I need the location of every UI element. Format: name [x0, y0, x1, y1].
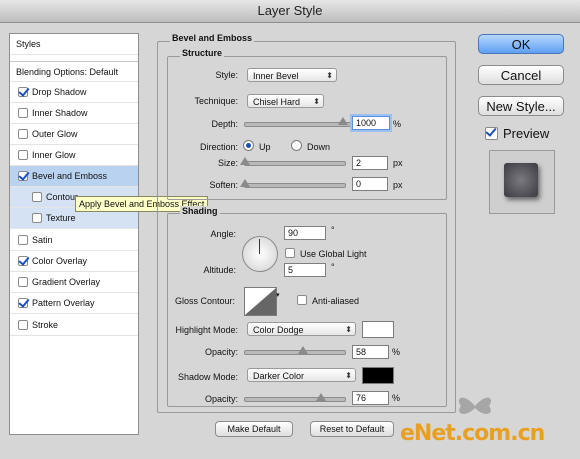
depth-slider-thumb[interactable] — [338, 117, 348, 125]
preview-checkbox[interactable] — [485, 127, 498, 140]
direction-down-label: Down — [307, 142, 331, 152]
style-select[interactable]: Inner Bevel — [247, 68, 337, 83]
global-light-checkbox[interactable] — [285, 248, 295, 258]
highlight-opacity-slider[interactable] — [244, 350, 346, 355]
style-item-stroke[interactable]: Stroke — [10, 315, 138, 336]
size-unit: px — [393, 158, 403, 168]
checkbox[interactable] — [18, 320, 28, 330]
altitude-unit: ° — [331, 262, 335, 272]
butterfly-logo-icon — [455, 392, 495, 422]
checkbox[interactable] — [18, 150, 28, 160]
style-item-gradient-overlay[interactable]: Gradient Overlay — [10, 272, 138, 293]
style-item-outer-glow[interactable]: Outer Glow — [10, 124, 138, 145]
checkbox[interactable] — [32, 192, 42, 202]
checkbox[interactable] — [18, 171, 28, 181]
highlight-mode-select[interactable]: Color Dodge — [247, 322, 356, 337]
watermark-text: eNet.com.cn — [400, 421, 545, 446]
direction-down-radio[interactable] — [291, 140, 302, 151]
soften-label: Soften: — [209, 180, 238, 190]
new-style-button[interactable]: New Style... — [478, 96, 564, 116]
angle-dial-needle — [259, 239, 260, 254]
highlight-opacity-unit: % — [392, 347, 401, 357]
gloss-contour-label: Gloss Contour: — [175, 296, 236, 306]
contour-curve-icon — [245, 288, 276, 315]
checkbox[interactable] — [18, 108, 28, 118]
altitude-input[interactable]: 5 — [284, 263, 326, 277]
soften-input[interactable]: 0 — [352, 177, 388, 191]
size-input[interactable]: 2 — [352, 156, 388, 170]
highlight-mode-label: Highlight Mode: — [175, 325, 238, 335]
chevron-down-icon[interactable]: ▾ — [276, 291, 280, 299]
technique-select[interactable]: Chisel Hard — [247, 94, 324, 109]
checkbox[interactable] — [18, 235, 28, 245]
depth-label: Depth: — [211, 119, 238, 129]
size-slider-thumb[interactable] — [240, 157, 250, 165]
soften-slider-thumb[interactable] — [240, 179, 250, 187]
style-item-bevel-emboss[interactable]: Bevel and Emboss — [10, 166, 138, 187]
window-title: Layer Style — [0, 0, 580, 23]
depth-input[interactable]: 1000 — [352, 116, 390, 130]
anti-aliased-label: Anti-aliased — [312, 296, 360, 306]
angle-unit: ° — [331, 225, 335, 235]
highlight-opacity-input[interactable]: 58 — [352, 345, 389, 359]
style-item-color-overlay[interactable]: Color Overlay — [10, 251, 138, 272]
depth-unit: % — [393, 119, 402, 129]
technique-label: Technique: — [194, 96, 238, 106]
styles-header[interactable]: Styles — [10, 34, 138, 55]
checkbox[interactable] — [18, 298, 28, 308]
size-slider[interactable] — [244, 161, 346, 166]
shading-title: Shading — [180, 206, 220, 216]
shadow-opacity-thumb[interactable] — [316, 393, 326, 401]
altitude-label: Altitude: — [203, 265, 236, 275]
global-light-label: Use Global Light — [300, 249, 367, 259]
style-label: Style: — [215, 70, 238, 80]
style-item-inner-shadow[interactable]: Inner Shadow — [10, 103, 138, 124]
shadow-opacity-input[interactable]: 76 — [352, 391, 389, 405]
make-default-button[interactable]: Make Default — [215, 421, 293, 437]
style-item-pattern-overlay[interactable]: Pattern Overlay — [10, 293, 138, 314]
style-item-drop-shadow[interactable]: Drop Shadow — [10, 82, 138, 103]
shadow-mode-label: Shadow Mode: — [177, 372, 238, 382]
shadow-mode-select[interactable]: Darker Color — [247, 368, 356, 383]
shadow-opacity-slider[interactable] — [244, 397, 346, 402]
direction-up-radio[interactable] — [243, 140, 254, 151]
cancel-button[interactable]: Cancel — [478, 65, 564, 85]
anti-aliased-checkbox[interactable] — [297, 295, 307, 305]
direction-up-label: Up — [259, 142, 271, 152]
style-item-inner-glow[interactable]: Inner Glow — [10, 145, 138, 166]
shadow-color-swatch[interactable] — [362, 367, 394, 384]
highlight-opacity-thumb[interactable] — [298, 346, 308, 354]
checkbox[interactable] — [18, 87, 28, 97]
style-item-satin[interactable]: Satin — [10, 230, 138, 251]
bevel-emboss-title: Bevel and Emboss — [170, 33, 255, 43]
gloss-contour-preview[interactable] — [244, 287, 277, 316]
soften-slider[interactable] — [244, 183, 346, 188]
ok-button[interactable]: OK — [478, 34, 564, 54]
soften-unit: px — [393, 180, 403, 190]
checkbox[interactable] — [18, 277, 28, 287]
preview-texture-swatch — [504, 163, 538, 197]
highlight-color-swatch[interactable] — [362, 321, 394, 338]
depth-slider[interactable] — [244, 122, 351, 127]
shadow-opacity-unit: % — [392, 393, 401, 403]
angle-input[interactable]: 90 — [284, 226, 326, 240]
styles-list: Styles Blending Options: Default Drop Sh… — [9, 33, 139, 435]
reset-to-default-button[interactable]: Reset to Default — [310, 421, 394, 437]
highlight-opacity-label: Opacity: — [204, 347, 238, 357]
blending-options[interactable]: Blending Options: Default — [10, 61, 138, 82]
checkbox[interactable] — [18, 129, 28, 139]
angle-label: Angle: — [210, 229, 236, 239]
angle-dial[interactable] — [242, 236, 278, 272]
size-label: Size: — [217, 158, 238, 168]
shadow-opacity-label: Opacity: — [204, 394, 238, 404]
preview-label: Preview — [503, 126, 550, 141]
checkbox[interactable] — [18, 256, 28, 266]
checkbox[interactable] — [32, 213, 42, 223]
preview-thumbnail — [489, 150, 555, 214]
direction-label: Direction: — [199, 142, 238, 152]
structure-title: Structure — [180, 48, 225, 58]
